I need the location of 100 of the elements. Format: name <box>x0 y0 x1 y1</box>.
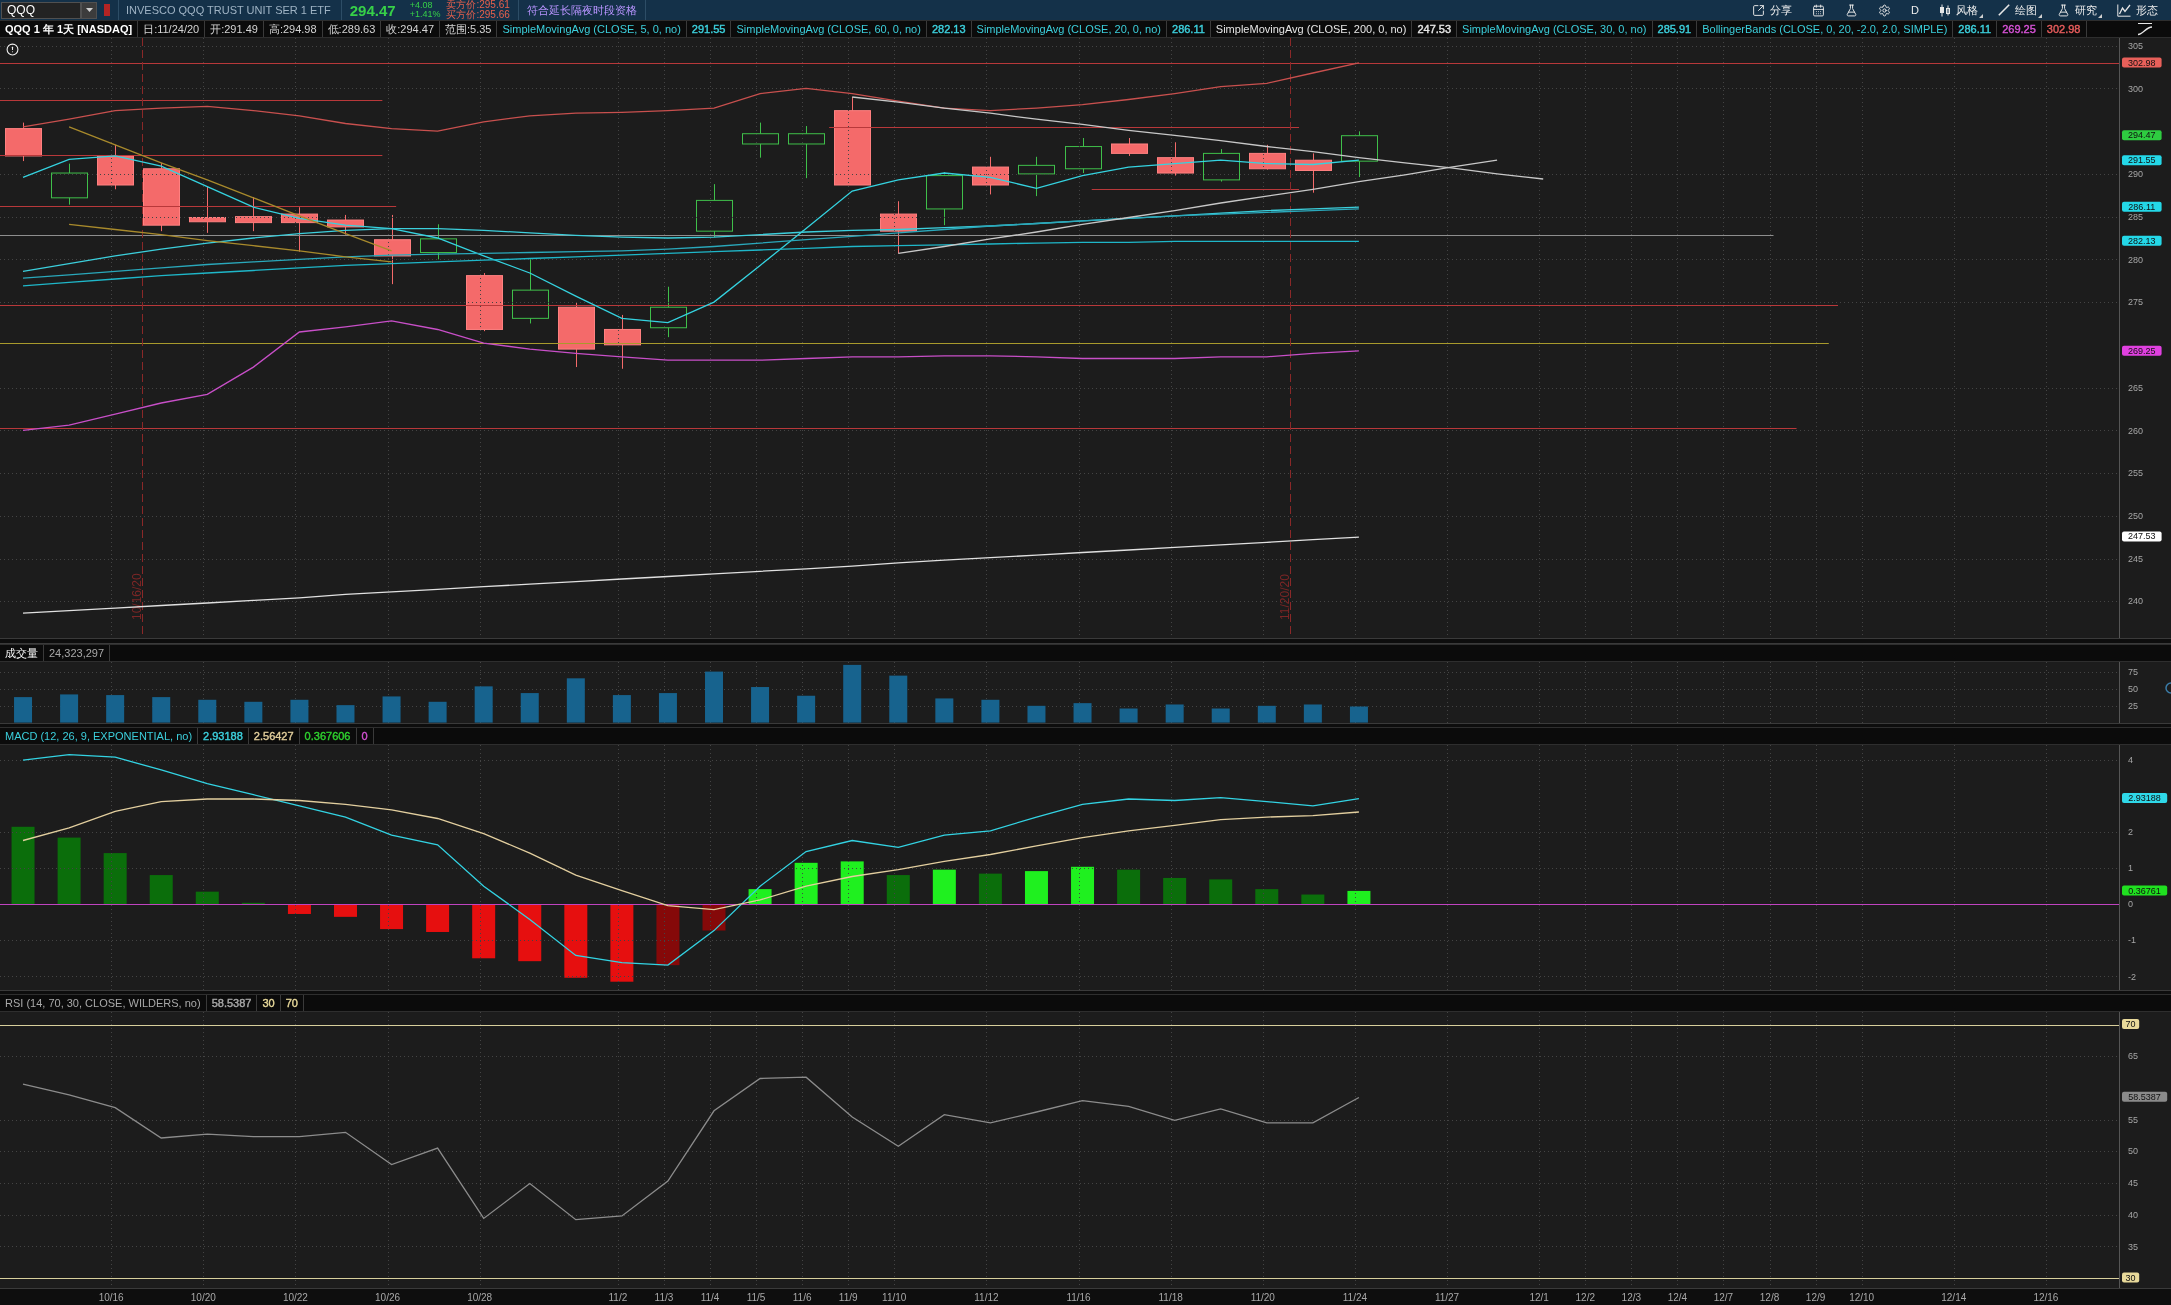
date-label: 11/4 <box>700 1292 720 1303</box>
candlestick <box>1295 152 1332 194</box>
instrument-description: INVESCO QQQ TRUST UNIT SER 1 ETF <box>126 4 331 16</box>
ohlc-field: 高:294.98 <box>263 21 323 37</box>
style-button[interactable]: 风格 <box>1934 1 1983 19</box>
volume-bar <box>935 698 954 723</box>
share-button[interactable]: 分享 <box>1747 1 1798 19</box>
volume-bar <box>244 701 263 723</box>
date-label: 11/12 <box>974 1292 999 1303</box>
histogram-bar <box>472 904 496 959</box>
date-label: 10/20 <box>190 1292 216 1303</box>
patterns-button[interactable]: 形态 <box>2112 1 2163 19</box>
volume-bar <box>1349 706 1368 723</box>
swatch-icon <box>104 4 110 16</box>
axis-label: 1 <box>2128 863 2133 874</box>
pane-handle-icon[interactable] <box>2165 682 2171 694</box>
study-value: 30 <box>257 995 281 1011</box>
date-label: 12/8 <box>1759 1292 1780 1303</box>
axis-label: 280 <box>2128 254 2144 265</box>
axis-label: 250 <box>2128 511 2144 521</box>
study-label[interactable]: SimpleMovingAvg (CLOSE, 60, 0, no) <box>731 21 927 37</box>
volume-bar <box>428 701 447 723</box>
date-label: 11/10 <box>882 1292 907 1303</box>
studies-button[interactable]: 研究 <box>2052 1 2102 19</box>
study-title[interactable]: 成交量 <box>0 645 44 661</box>
histogram-bar <box>426 904 450 932</box>
volume-bar <box>1257 705 1276 723</box>
study-title[interactable]: RSI (14, 70, 30, CLOSE, WILDERS, no) <box>0 995 207 1011</box>
date-label: 10/16 <box>98 1292 124 1303</box>
axis-label: 0 <box>2128 899 2133 910</box>
dropdown-button[interactable] <box>81 1 97 19</box>
study-value: 285.91 <box>1652 21 1698 37</box>
study-title[interactable]: MACD (12, 26, 9, EXPONENTIAL, no) <box>0 728 199 744</box>
study-label[interactable]: SimpleMovingAvg (CLOSE, 5, 0, no) <box>497 21 687 37</box>
flask-icon <box>1845 3 1859 17</box>
histogram-bar <box>103 853 127 905</box>
axis-label: 255 <box>2128 468 2144 479</box>
volume-bar <box>658 693 677 723</box>
histogram-bar <box>978 873 1002 905</box>
date-label: 11/3 <box>654 1292 674 1303</box>
axis-label: -1 <box>2128 935 2136 946</box>
ohlc-field: 低:289.63 <box>322 21 382 37</box>
histogram-bar <box>1071 866 1095 905</box>
date-label: 10/26 <box>375 1292 401 1303</box>
candlestick <box>880 200 917 254</box>
volume-bar <box>474 686 493 723</box>
caret-icon <box>85 8 93 12</box>
scale-curve-icon[interactable] <box>2137 22 2153 36</box>
volume-bar <box>1211 708 1230 723</box>
volume-bar <box>751 687 770 723</box>
histogram-bar <box>195 891 219 905</box>
histogram-bar <box>1209 879 1233 905</box>
period-button[interactable]: D <box>1906 1 1924 19</box>
histogram-bar <box>1347 890 1371 905</box>
axis-label: 45 <box>2128 1178 2138 1189</box>
date-label: 12/4 <box>1667 1292 1688 1303</box>
study-label[interactable]: SimpleMovingAvg (CLOSE, 30, 0, no) <box>1457 21 1653 37</box>
candlestick <box>143 162 180 232</box>
value-badge: 0.36761 <box>2122 885 2168 896</box>
date-label: 12/7 <box>1713 1292 1734 1303</box>
share-icon <box>1752 3 1766 17</box>
volume-bar <box>1119 708 1138 723</box>
study-label[interactable]: BollingerBands (CLOSE, 0, 20, -2.0, 2.0, SIMPLE) <box>1697 21 1954 37</box>
volume-bar <box>1027 705 1046 723</box>
alert-icon[interactable] <box>6 43 19 56</box>
axis-label: 25 <box>2128 701 2138 711</box>
study-value: 269.25 <box>1997 21 2042 37</box>
date-marker-label: 11/20/20 <box>1277 574 1292 620</box>
axis-label: 75 <box>2128 667 2138 678</box>
histogram-bar <box>380 904 404 930</box>
axis-label: 275 <box>2128 297 2144 308</box>
date-label: 11/18 <box>1158 1292 1183 1303</box>
date-label: 12/1 <box>1529 1292 1549 1303</box>
volume-bar <box>1165 704 1184 723</box>
study-value: 24,323,297 <box>44 645 111 661</box>
symbol-field[interactable]: QQQ <box>1 1 81 19</box>
drawing-tools-button[interactable]: 绘图 <box>1993 1 2042 19</box>
candlestick <box>1157 141 1194 177</box>
axis-label: 4 <box>2128 755 2133 766</box>
date-label: 11/2 <box>608 1292 628 1303</box>
axis-label: 260 <box>2128 425 2144 436</box>
candlestick <box>466 272 503 332</box>
percent-change: +1.41% <box>409 10 441 19</box>
value-badge: 247.53 <box>2122 531 2162 542</box>
axis-label: 55 <box>2128 1114 2138 1125</box>
volume-bar <box>981 699 1000 723</box>
candlestick <box>558 301 595 368</box>
histogram-bar <box>149 875 173 905</box>
diagonal-line-icon <box>1998 4 2010 16</box>
date-label: 11/24 <box>1342 1292 1368 1303</box>
study-label[interactable]: SimpleMovingAvg (CLOSE, 20, 0, no) <box>971 21 1167 37</box>
value-badge: 286.11 <box>2122 201 2162 212</box>
axis-label: 50 <box>2128 1146 2138 1157</box>
volume-bar <box>152 697 171 723</box>
histogram-bar <box>794 862 818 905</box>
candlestick <box>281 206 318 253</box>
candlestick <box>512 258 549 324</box>
study-label[interactable]: SimpleMovingAvg (CLOSE, 200, 0, no) <box>1210 21 1413 37</box>
value-badge: 2.93188 <box>2122 793 2168 804</box>
candlestick <box>235 196 272 232</box>
